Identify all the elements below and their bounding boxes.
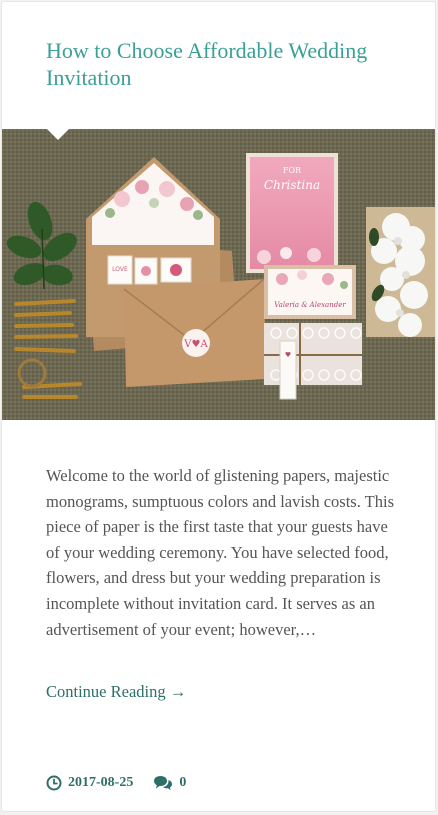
featured-image[interactable]: LOVE V♥A FOR Christina Valeria & Alexand… bbox=[2, 129, 435, 420]
svg-text:Christina: Christina bbox=[264, 178, 320, 192]
post-card: How to Choose Affordable Wedding Invitat… bbox=[1, 1, 436, 812]
comments-link[interactable]: 0 bbox=[153, 775, 186, 791]
post-excerpt: Welcome to the world of glistening paper… bbox=[46, 466, 395, 639]
svg-text:LOVE: LOVE bbox=[112, 266, 128, 273]
post-date-link[interactable]: 2017-08-25 bbox=[46, 775, 133, 791]
post-title-link[interactable]: How to Choose Affordable Wedding Invitat… bbox=[46, 37, 386, 91]
continue-reading-link[interactable]: Continue Reading → bbox=[46, 682, 186, 702]
post-meta: 2017-08-25 0 bbox=[46, 773, 186, 793]
svg-text:Valeria & Alexander: Valeria & Alexander bbox=[274, 301, 346, 309]
comments-icon bbox=[154, 776, 173, 790]
featured-image-graphic: LOVE V♥A FOR Christina Valeria & Alexand… bbox=[2, 129, 435, 420]
post-date: 2017-08-25 bbox=[68, 775, 134, 790]
image-notch bbox=[47, 129, 69, 140]
svg-text:FOR: FOR bbox=[283, 166, 302, 175]
clock-icon bbox=[46, 775, 62, 791]
svg-text:V♥A: V♥A bbox=[183, 339, 208, 350]
comment-count: 0 bbox=[179, 775, 187, 790]
svg-text:♥: ♥ bbox=[285, 351, 291, 359]
